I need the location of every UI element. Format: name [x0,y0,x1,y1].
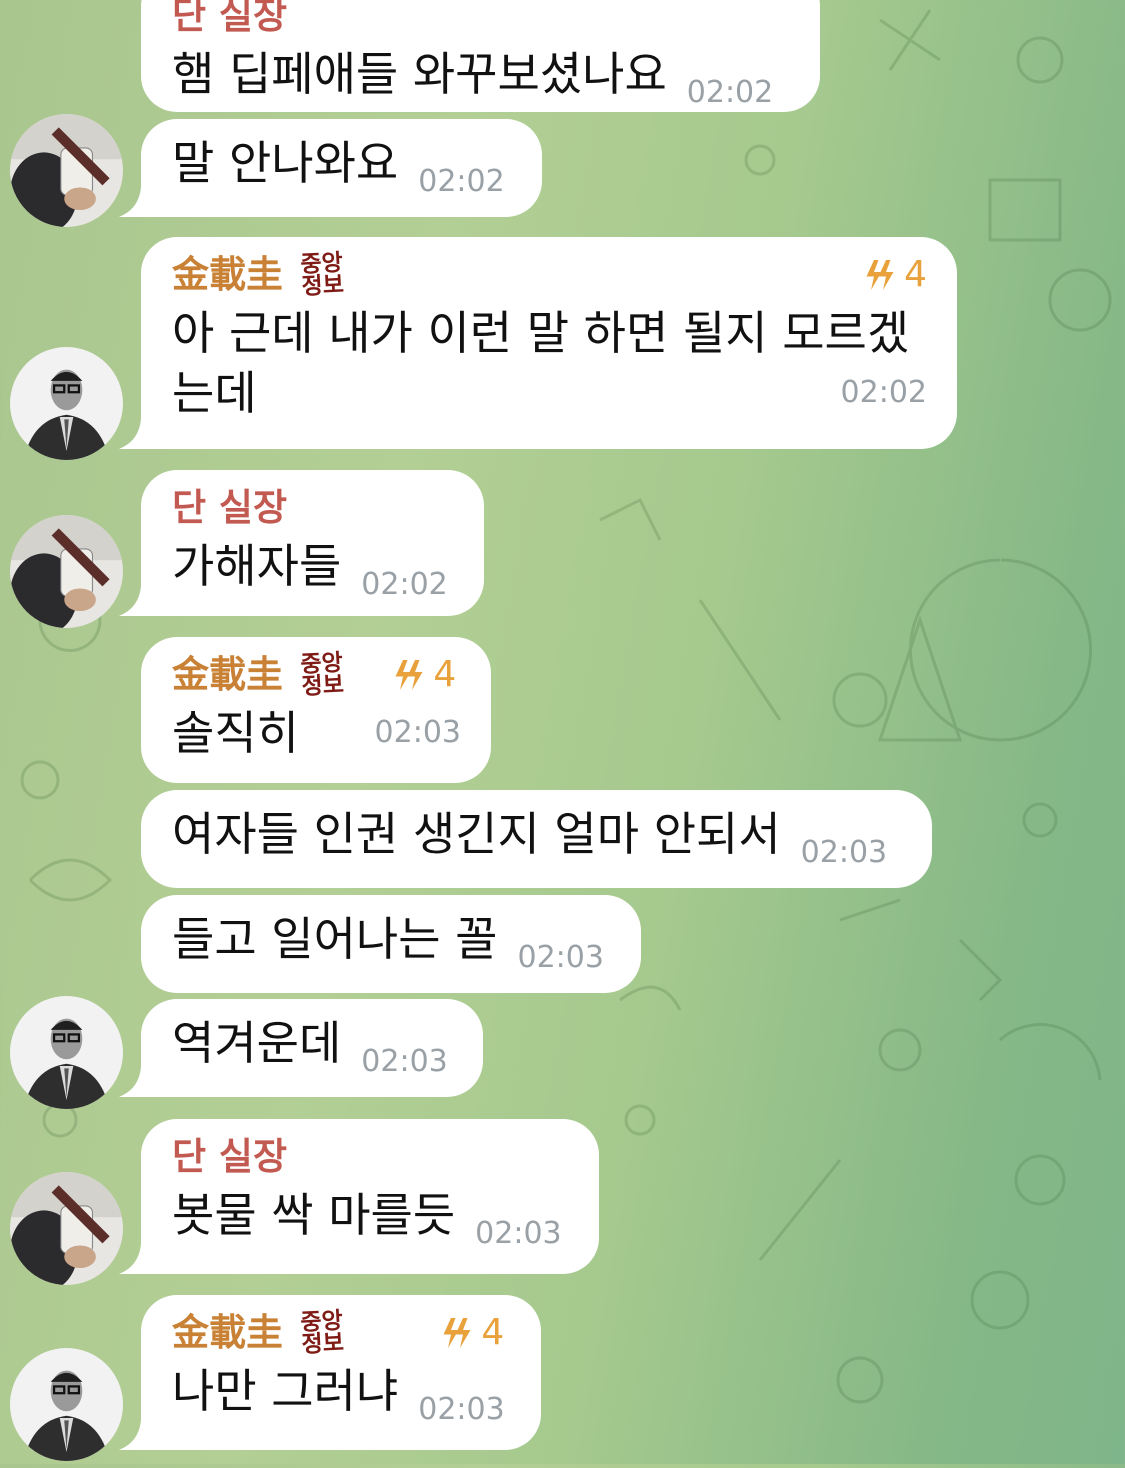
boost-indicator[interactable]: 4 [391,651,456,699]
avatar-kim[interactable] [10,996,123,1109]
boost-icon [443,1318,471,1348]
message-text-content: 봇물 싹 마를듯 [172,1188,456,1242]
message-time: 02:02 [418,164,505,199]
sender-name[interactable]: 단 실장 [172,0,790,40]
avatar-dan[interactable] [10,1172,123,1285]
message-text-content: 솔직히 [172,706,299,760]
sender-name[interactable]: 金載圭 [172,1309,283,1357]
sender-name-row: 金載圭 중앙 정보 4 [172,1307,511,1359]
message-text-content: 여자들 인권 생긴지 얼마 안되서 [172,807,781,861]
message-text: 햄 딥페애들 와꾸보셨나요 02:02 [172,44,790,123]
message-bubble[interactable]: 金載圭 중앙 정보 4 아 근데 내가 이런 말 하면 될지 모르겠 는데 02… [119,237,957,449]
message-text: 봇물 싹 마를듯 02:03 [172,1185,569,1264]
badge-line-2: 정보 [300,670,345,701]
message-text: 들고 일어나는 꼴 02:03 [172,909,611,988]
message-bubble[interactable]: 말 안나와요 02:02 [119,119,542,217]
sender-name-row: 金載圭 중앙 정보 4 [172,249,927,301]
badge-line-2: 정보 [300,1328,345,1359]
message-bubble[interactable]: 단 실장 가해자들 02:02 [119,470,484,616]
bubble-tail [119,586,153,616]
message-text: 나만 그러냐 02:03 [172,1361,511,1440]
boost-count: 4 [904,254,927,295]
boost-indicator[interactable]: 4 [439,1309,504,1357]
message-text: 말 안나와요 02:02 [172,133,512,212]
sender-name[interactable]: 단 실장 [172,484,454,532]
bubble-tail [119,187,153,217]
message-bubble[interactable]: 역겨운데 02:03 [119,999,483,1097]
avatar-kim[interactable] [10,1348,123,1461]
message-text-content: 들고 일어나는 꼴 [172,912,498,966]
sender-name-row: 金載圭 중앙 정보 4 [172,649,461,701]
message-text: 여자들 인권 생긴지 얼마 안되서 02:03 [172,804,902,883]
message-text: 역겨운데 02:03 [172,1013,453,1092]
message-text: 아 근데 내가 이런 말 하면 될지 모르겠 [172,306,910,360]
message-time: 02:03 [374,715,461,750]
message-text-content: 는데 [172,366,257,420]
boost-indicator[interactable]: 4 [862,251,927,299]
boost-count: 4 [481,1312,505,1353]
message-time: 02:03 [361,1044,448,1079]
title-badge: 중앙 정보 [300,249,345,301]
message-text: 가해자들 02:02 [172,536,454,615]
message-text-content: 역겨운데 [172,1016,342,1070]
message-text-content: 나만 그러냐 [172,1364,399,1418]
message-text-content: 말 안나와요 [172,136,399,190]
bubble-tail [119,1420,153,1450]
sender-name[interactable]: 金載圭 [172,651,283,699]
avatar-kim[interactable] [10,347,123,460]
message-text-content: 햄 딥페애들 와꾸보셨나요 [172,47,667,101]
message-time: 02:02 [686,75,774,110]
bubble-tail [119,419,153,449]
message-time: 02:03 [517,940,604,975]
title-badge: 중앙 정보 [300,1307,345,1359]
avatar-dan[interactable] [10,114,123,227]
boost-count: 4 [433,654,457,695]
avatar-dan[interactable] [10,515,123,628]
message-bubble[interactable]: 단 실장 봇물 싹 마를듯 02:03 [119,1119,599,1274]
badge-line-2: 정보 [300,270,345,301]
message-text-line2: 는데 02:02 [172,363,927,423]
message-bubble[interactable]: 들고 일어나는 꼴 02:03 [141,895,641,993]
sender-name[interactable]: 단 실장 [172,1133,569,1181]
sender-name[interactable]: 金載圭 [172,251,283,299]
title-badge: 중앙 정보 [300,649,345,701]
message-text-content: 가해자들 [172,539,342,593]
message-text: 솔직히 02:03 [172,703,461,763]
boost-icon [395,660,423,690]
message-time: 02:02 [361,567,448,602]
message-time: 02:02 [840,375,927,410]
bubble-tail [119,1244,153,1274]
bubble-tail [119,1067,153,1097]
message-bubble[interactable]: 여자들 인권 생긴지 얼마 안되서 02:03 [141,790,932,888]
message-bubble[interactable]: 金載圭 중앙 정보 4 솔직히 02:03 [141,637,491,783]
message-bubble[interactable]: 金載圭 중앙 정보 4 나만 그러냐 02:03 [119,1295,541,1450]
message-bubble[interactable]: 단 실장 햄 딥페애들 와꾸보셨나요 02:02 [141,0,820,112]
message-time: 02:03 [418,1392,505,1427]
message-time: 02:03 [800,835,888,870]
message-time: 02:03 [475,1216,562,1251]
boost-icon [866,260,894,290]
